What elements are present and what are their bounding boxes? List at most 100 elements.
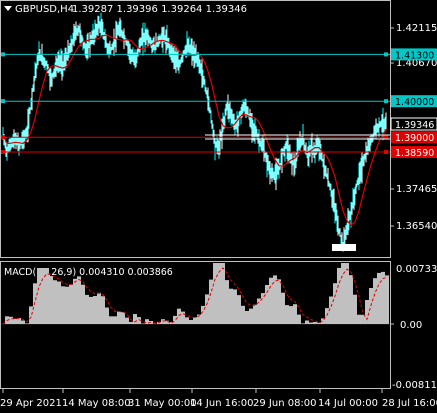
red-level-2-label: 1.38590 (395, 148, 434, 159)
main-chart-frame (0, 0, 391, 258)
level-handle[interactable] (384, 52, 388, 57)
macd-bar (353, 294, 357, 324)
macd-bar (77, 276, 81, 324)
price-tick: 1.36540 (396, 221, 437, 232)
macd-bar (117, 311, 121, 324)
macd-bar (97, 292, 101, 324)
macd-bar (177, 308, 181, 324)
macd-bar (261, 293, 265, 324)
macd-bar (109, 316, 113, 324)
macd-bar (69, 284, 73, 324)
macd-label: MACD(12,26,9) 0.004310 0.003866 (4, 267, 173, 278)
macd-bar (189, 320, 193, 324)
time-axis[interactable]: 29 Apr 2021 14 May 08:00 31 May 00:00 14… (0, 389, 437, 409)
macd-bar (121, 312, 125, 324)
cyan-level-2-label: 1.40000 (395, 97, 434, 108)
price-candles (2, 12, 387, 252)
level-handle[interactable] (384, 99, 388, 104)
time-label: 14 Jul 00:00 (318, 398, 378, 409)
macd-bar (357, 314, 361, 324)
macd-bar (337, 267, 341, 324)
macd-bar (249, 308, 253, 324)
ohlc-values: 1.39287 1.39396 1.39264 1.39346 (72, 4, 247, 15)
macd-bar (21, 320, 25, 324)
macd-frame (0, 261, 391, 389)
macd-bar (237, 295, 241, 324)
macd-bar (213, 263, 217, 324)
macd-bar (301, 323, 305, 324)
low-marker (332, 244, 356, 251)
macd-bar (289, 306, 293, 324)
time-label: 14 May 08:00 (62, 398, 131, 409)
macd-bar (233, 289, 237, 324)
macd-bar (229, 288, 233, 324)
level-handle[interactable] (1, 52, 5, 57)
cyan-level-1-label: 1.41300 (395, 50, 434, 61)
macd-bar (81, 284, 85, 324)
macd-tick: -0.008115 (392, 380, 437, 391)
macd-bar (105, 307, 109, 324)
macd-bar (241, 305, 245, 324)
macd-bar (133, 314, 137, 324)
price-tick: 1.37465 (396, 184, 437, 195)
level-handle[interactable] (1, 150, 5, 154)
macd-bar (25, 323, 29, 324)
macd-bar (129, 321, 133, 324)
macd-bar (113, 316, 117, 324)
macd-bar (385, 275, 389, 324)
macd-bar (49, 276, 53, 324)
time-label: 29 Apr 2021 (0, 398, 62, 409)
macd-bar (73, 278, 77, 324)
macd-bar (161, 319, 165, 324)
macd-bar (297, 314, 301, 324)
macd-bar (13, 318, 17, 324)
macd-tick: 0.00 (400, 320, 422, 331)
time-label: 29 Jun 08:00 (253, 398, 317, 409)
macd-scale: 0.007337 0.00 -0.008115 (390, 264, 437, 391)
macd-bar (253, 304, 257, 324)
macd-bar (9, 316, 13, 324)
macd-bar (57, 281, 61, 324)
macd-bar (37, 268, 41, 324)
macd-bar (305, 320, 309, 324)
macd-bar (345, 263, 349, 324)
macd-bar (333, 283, 337, 324)
macd-bar (173, 315, 177, 324)
macd-bar (65, 286, 69, 324)
macd-bar (181, 311, 185, 324)
triangle-down-icon[interactable] (4, 6, 12, 11)
macd-bar (373, 278, 377, 324)
macd-bar (85, 294, 89, 324)
macd-bar (101, 296, 105, 324)
macd-bar (245, 311, 249, 324)
macd-bar (89, 296, 93, 324)
macd-bar (377, 272, 381, 324)
macd-bar (193, 317, 197, 324)
macd-bar (309, 322, 313, 324)
macd-bar (313, 322, 317, 324)
macd-bar (317, 322, 321, 324)
level-handle[interactable] (1, 99, 5, 104)
macd-bar (325, 308, 329, 324)
macd-bar (29, 306, 33, 324)
red-level-1-label: 1.39000 (395, 133, 434, 144)
chart-window[interactable]: GBPUSD,H4 1.39287 1.39396 1.39264 1.3934… (0, 0, 437, 413)
level-handle[interactable] (1, 135, 5, 140)
macd-bar (61, 286, 65, 324)
current-price-label: 1.39346 (395, 120, 434, 131)
macd-bar (185, 317, 189, 324)
macd-tick: 0.007337 (396, 264, 437, 275)
macd-bar (349, 275, 353, 324)
time-label: 31 May 00:00 (128, 398, 197, 409)
macd-bar (141, 323, 145, 324)
macd-bar (125, 317, 129, 324)
macd-bar (285, 305, 289, 324)
macd-bar (53, 280, 57, 324)
macd-bar (277, 279, 281, 324)
macd-bar (93, 296, 97, 324)
level-handle[interactable] (384, 150, 388, 154)
time-label: 14 Jun 16:00 (190, 398, 254, 409)
macd-bar (281, 292, 285, 324)
macd-bar (225, 280, 229, 324)
macd-bar (209, 279, 213, 324)
